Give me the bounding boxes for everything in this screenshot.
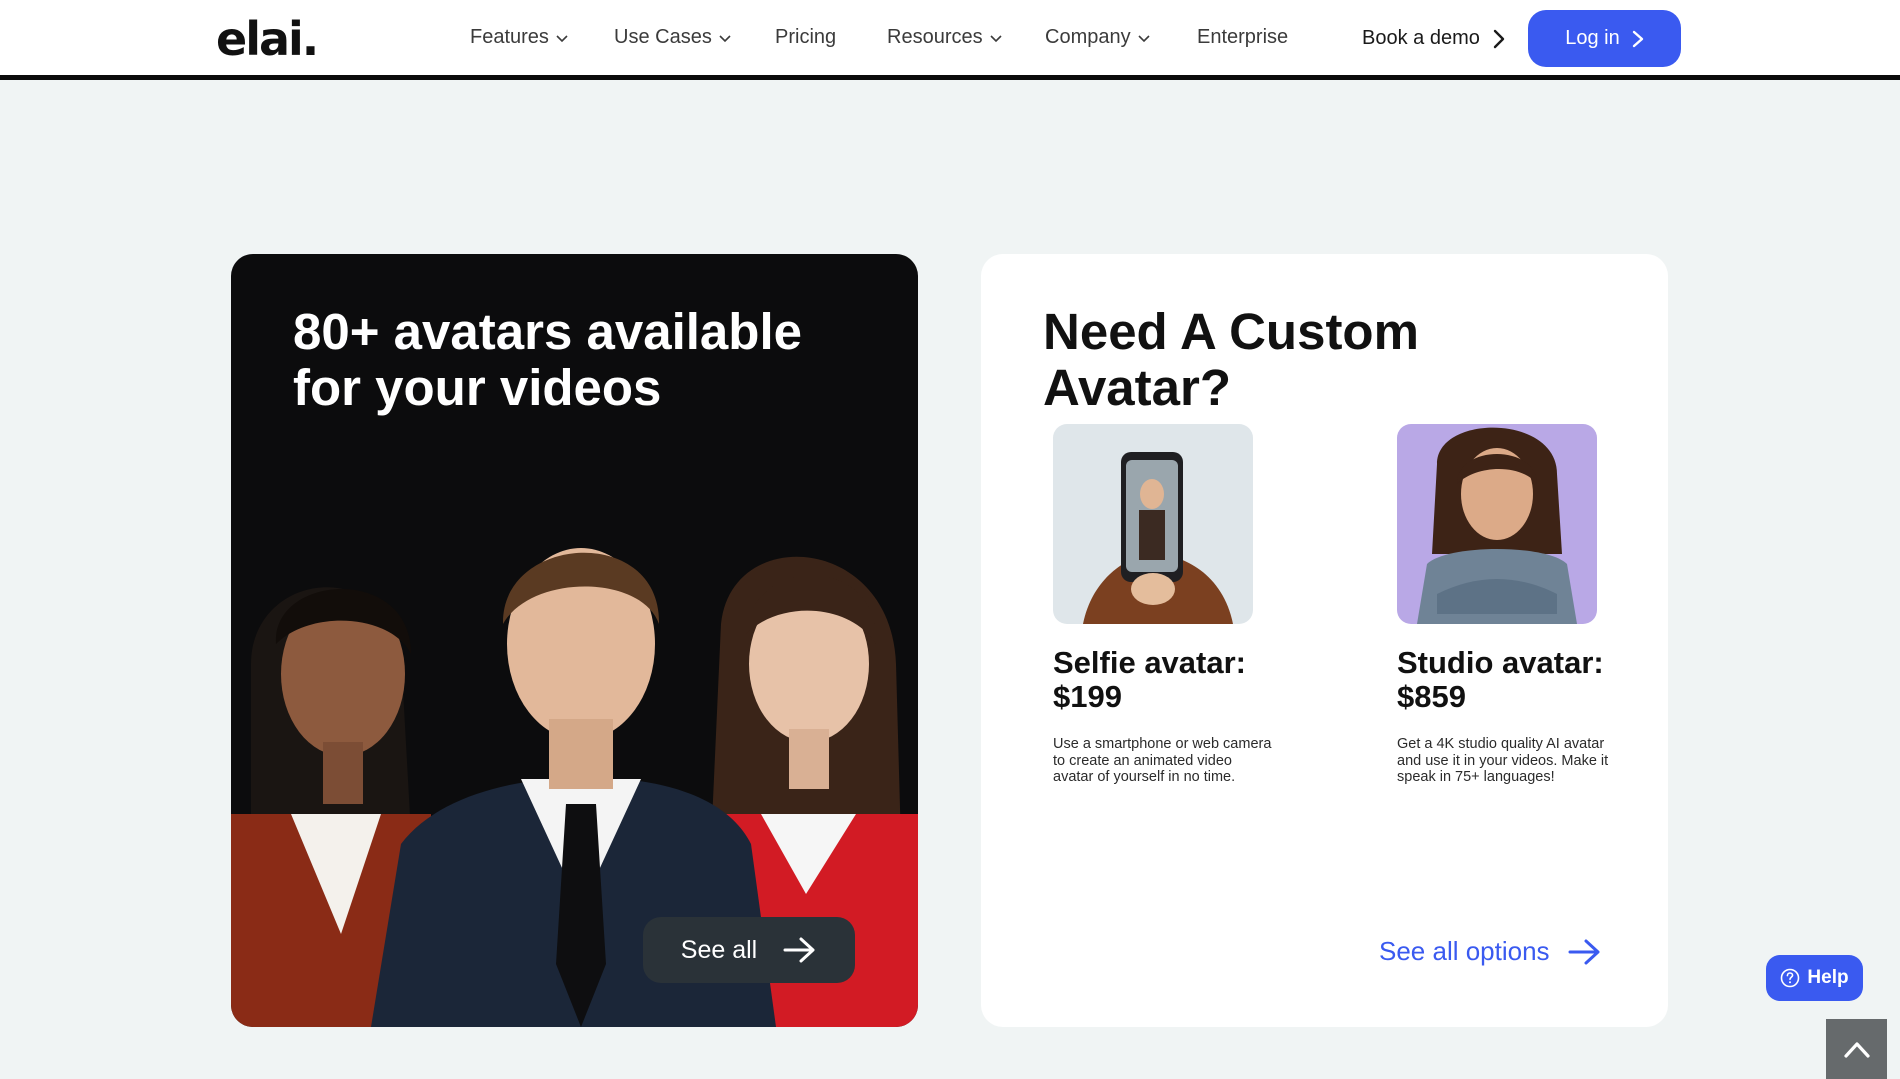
selfie-avatar-option: Selfie avatar: $199 Use a smartphone or … xyxy=(1053,424,1273,786)
studio-avatar-title: Studio avatar: $859 xyxy=(1397,645,1604,714)
help-button[interactable]: Help xyxy=(1766,955,1863,1001)
avatars-card-title: 80+ avatars available for your videos xyxy=(293,303,802,416)
scroll-to-top-button[interactable] xyxy=(1826,1019,1887,1079)
chevron-up-icon xyxy=(1843,1040,1870,1058)
nav-item-label: Enterprise xyxy=(1197,26,1289,48)
see-all-label: See all xyxy=(680,935,758,964)
see-all-options-link[interactable]: See all options xyxy=(1379,936,1602,967)
site-header: elai. Features Use Cases Pricing Resourc… xyxy=(0,0,1900,80)
studio-avatar-description: Get a 4K studio quality AI avatar and us… xyxy=(1397,736,1609,785)
nav-item-pricing[interactable]: Pricing xyxy=(775,26,836,49)
see-all-options-label: See all options xyxy=(1379,936,1550,966)
arrow-right-icon xyxy=(1568,938,1602,966)
nav-item-resources[interactable]: Resources xyxy=(887,26,1003,49)
chevron-down-icon xyxy=(718,31,732,45)
arrow-right-icon xyxy=(783,936,817,964)
chevron-down-icon xyxy=(1137,31,1151,45)
chevron-down-icon xyxy=(555,31,569,45)
nav-item-label: Pricing xyxy=(775,26,837,48)
nav-item-label: Resources xyxy=(887,26,983,48)
login-label: Log in xyxy=(1565,27,1620,49)
nav-item-company[interactable]: Company xyxy=(1045,26,1151,49)
nav-item-features[interactable]: Features xyxy=(470,26,569,49)
nav-item-use-cases[interactable]: Use Cases xyxy=(614,26,732,49)
nav-item-label: Features xyxy=(470,26,549,48)
selfie-avatar-description: Use a smartphone or web camera to create… xyxy=(1053,736,1272,785)
question-circle-icon xyxy=(1780,968,1800,988)
avatars-card: 80+ avatars available for your videos Se… xyxy=(231,254,918,1027)
selfie-avatar-title: Selfie avatar: $199 xyxy=(1053,645,1246,714)
chevron-right-icon xyxy=(1492,29,1506,49)
studio-avatar-image xyxy=(1397,424,1597,624)
login-button[interactable]: Log in xyxy=(1528,10,1681,67)
chevron-down-icon xyxy=(989,31,1003,45)
custom-avatar-title: Need A Custom Avatar? xyxy=(1043,303,1419,416)
book-demo-label: Book a demo xyxy=(1362,27,1480,49)
custom-avatar-card: Need A Custom Avatar? Selfie avatar: $19… xyxy=(981,254,1668,1027)
see-all-avatars-button[interactable]: See all xyxy=(643,917,855,983)
nav-item-label: Use Cases xyxy=(614,26,712,48)
book-demo-link[interactable]: Book a demo xyxy=(1362,27,1506,50)
chevron-right-icon xyxy=(1632,30,1644,48)
studio-avatar-option: Studio avatar: $859 Get a 4K studio qual… xyxy=(1397,424,1617,786)
nav-item-label: Company xyxy=(1045,26,1131,48)
selfie-avatar-image xyxy=(1053,424,1253,624)
nav-item-enterprise[interactable]: Enterprise xyxy=(1197,26,1288,49)
help-label: Help xyxy=(1807,967,1849,988)
